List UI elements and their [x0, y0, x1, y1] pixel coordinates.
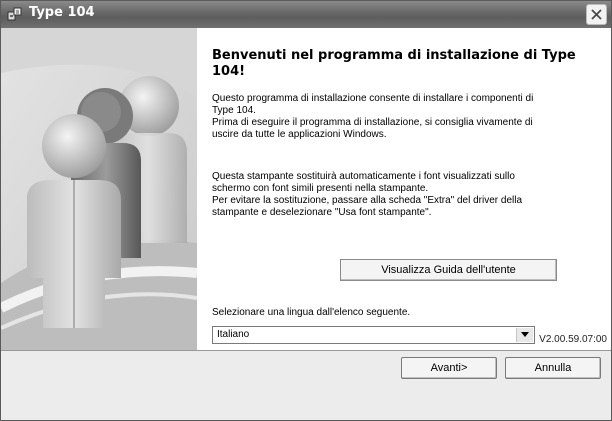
- close-icon: [591, 9, 602, 20]
- language-selected-value: Italiano: [217, 329, 250, 340]
- font-notice-line: Per evitare la sostituzione, passare all…: [212, 195, 523, 206]
- welcome-heading: Benvenuti nel programma di installazione…: [212, 48, 576, 79]
- language-select[interactable]: Italiano: [212, 326, 535, 344]
- intro-line: uscire da tutte le applicazioni Windows.: [212, 129, 387, 140]
- close-button[interactable]: [586, 4, 607, 25]
- font-notice-paragraph: Questa stampante sostituirà automaticame…: [212, 171, 597, 219]
- language-label: Selezionare una lingua dall'elenco segue…: [212, 307, 411, 318]
- window-title: Type 104: [29, 5, 95, 20]
- intro-line: Questo programma di installazione consen…: [212, 93, 534, 104]
- installer-window: Type 104 Benvenuti nel programma di inst…: [0, 0, 612, 421]
- font-notice-line: stampante e deselezionare "Usa font stam…: [212, 207, 432, 218]
- font-notice-line: Questa stampante sostituirà automaticame…: [212, 171, 515, 182]
- version-label: V2.00.59.07:00: [539, 334, 607, 345]
- users-illustration: [1, 28, 197, 350]
- content-area: Benvenuti nel programma di installazione…: [1, 28, 611, 351]
- intro-line: Type 104.: [212, 105, 256, 116]
- intro-paragraph: Questo programma di installazione consen…: [212, 93, 597, 141]
- next-button[interactable]: Avanti>: [401, 357, 497, 379]
- chevron-down-icon: [521, 332, 529, 337]
- font-notice-line: schermo con font simili presenti nella s…: [212, 183, 429, 194]
- view-user-guide-button[interactable]: Visualizza Guida dell'utente: [340, 259, 557, 281]
- title-bar: Type 104: [1, 1, 611, 28]
- dropdown-button[interactable]: [516, 328, 533, 342]
- cancel-button[interactable]: Annulla: [505, 357, 601, 379]
- installer-icon: [7, 6, 23, 22]
- intro-line: Prima di eseguire il programma di instal…: [212, 117, 533, 128]
